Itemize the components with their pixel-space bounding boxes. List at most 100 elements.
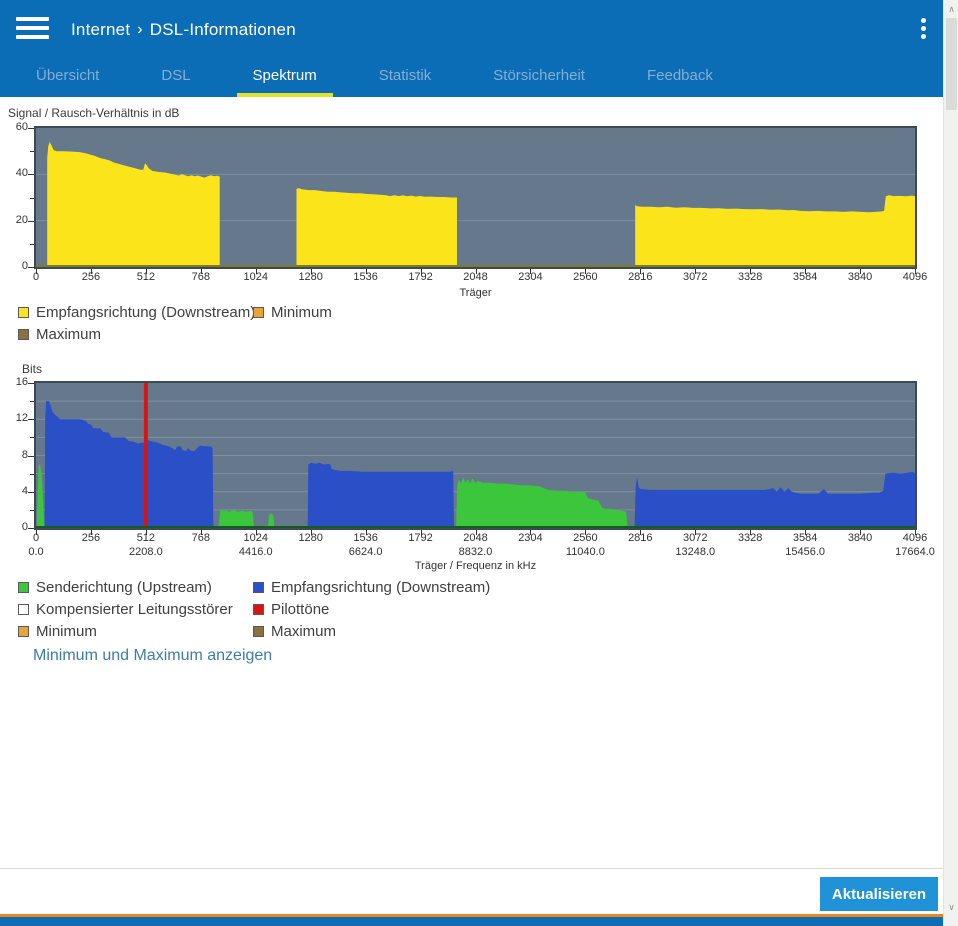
x-tick-mark xyxy=(310,530,312,535)
y-tick-label: 8 xyxy=(21,448,28,461)
snr-chart-xaxis-label: Träger xyxy=(459,287,492,299)
x-tick-mark xyxy=(695,269,697,274)
tab-dsl[interactable]: DSL xyxy=(145,58,206,97)
scrollbar-down-icon[interactable]: ∨ xyxy=(944,900,958,914)
legend-label: Empfangsrichtung (Downstream) xyxy=(36,303,256,321)
x-tick-mark xyxy=(585,269,587,274)
menu-icon-bar xyxy=(16,35,49,39)
y-minor-tick-mark xyxy=(30,401,34,403)
legend-item: Kompensierter Leitungsstörer xyxy=(18,600,253,618)
x-frequency-label: 15456.0 xyxy=(785,546,825,558)
breadcrumb-separator-icon: › xyxy=(137,21,143,38)
content-area: Internet › DSL-Informationen Übersicht DSL S… xyxy=(0,0,943,926)
legend-swatch-icon xyxy=(253,306,264,318)
y-tick-mark xyxy=(28,174,34,176)
legend-label: Pilottöne xyxy=(271,600,330,618)
menu-icon[interactable] xyxy=(16,17,49,41)
legend-label: Minimum xyxy=(36,622,97,640)
series-area xyxy=(456,477,628,528)
x-tick-mark xyxy=(90,530,92,535)
scrollbar-thumb[interactable] xyxy=(946,18,957,110)
x-tick-mark xyxy=(420,530,422,535)
bits-chart-title: Bits xyxy=(22,362,43,376)
legend-label: Minimum xyxy=(271,303,332,321)
kebab-menu-icon[interactable] xyxy=(917,18,929,42)
bits-chart-xaxis-label: Träger / Frequenz in kHz xyxy=(414,560,537,572)
y-minor-tick-mark xyxy=(30,151,34,153)
x-frequency-label: 8832.0 xyxy=(458,546,493,558)
y-tick-mark xyxy=(28,491,34,493)
x-tick-mark xyxy=(750,530,752,535)
legend-swatch-icon xyxy=(253,625,264,637)
legend-item: Pilottöne xyxy=(253,600,490,618)
x-frequency-label: 11040.0 xyxy=(565,546,605,558)
x-tick-mark xyxy=(585,530,587,535)
x-tick-mark xyxy=(530,269,532,274)
x-frequency-label: 13248.0 xyxy=(675,546,716,558)
legend-item: Empfangsrichtung (Downstream) xyxy=(18,303,256,321)
chart-canvas xyxy=(36,141,915,267)
x-tick-mark xyxy=(310,269,312,274)
y-tick-label: 12 xyxy=(15,412,28,425)
bottom-divider xyxy=(0,868,943,869)
x-frequency-label: 2208.0 xyxy=(129,546,163,558)
y-minor-tick-mark xyxy=(30,509,34,511)
show-min-max-link[interactable]: Minimum und Maximum anzeigen xyxy=(33,647,272,665)
y-tick-label: 16 xyxy=(15,376,28,388)
x-tick-mark xyxy=(475,269,477,274)
series-area xyxy=(307,462,454,528)
y-minor-tick-mark xyxy=(30,243,34,245)
x-tick-mark xyxy=(365,530,367,535)
x-tick-mark xyxy=(695,530,697,535)
breadcrumb-section[interactable]: Internet xyxy=(71,20,130,39)
x-tick-mark xyxy=(420,269,422,274)
y-tick-mark xyxy=(28,455,34,457)
app-header: Internet › DSL-Informationen Übersicht DSL S… xyxy=(0,0,943,97)
breadcrumb: Internet › DSL-Informationen xyxy=(71,20,296,40)
y-tick-mark xyxy=(28,267,34,268)
menu-icon-bar xyxy=(16,26,49,30)
x-tick-mark xyxy=(530,530,532,535)
legend-swatch-icon xyxy=(253,603,264,615)
legend-label: Maximum xyxy=(271,622,337,640)
series-area xyxy=(268,513,275,528)
bits-chart-plot xyxy=(34,381,917,530)
legend-item: Minimum xyxy=(18,622,253,640)
x-tick-mark xyxy=(36,530,37,535)
legend-swatch-icon xyxy=(18,581,29,593)
tab-spektrum[interactable]: Spektrum xyxy=(236,58,333,97)
y-minor-tick-mark xyxy=(30,197,34,199)
legend-item: Minimum xyxy=(253,303,332,321)
x-frequency-label: 0.0 xyxy=(28,546,44,558)
legend-label: Senderichtung (Upstream) xyxy=(36,578,212,596)
snr-chart-legend: Empfangsrichtung (Downstream) Minimum Maxi… xyxy=(18,303,332,343)
bits-chart-legend: Senderichtung (Upstream) Empfangsrichtung… xyxy=(18,578,491,640)
series-area xyxy=(634,471,915,528)
x-tick-mark xyxy=(255,530,257,535)
legend-item: Maximum xyxy=(18,325,253,343)
tab-statistik[interactable]: Statistik xyxy=(363,58,448,97)
x-tick-mark xyxy=(750,269,752,274)
legend-label: Kompensierter Leitungsstörer xyxy=(36,600,233,618)
y-tick-mark xyxy=(28,528,34,529)
refresh-button[interactable]: Aktualisieren xyxy=(820,877,938,911)
x-tick-mark xyxy=(805,530,807,535)
snr-chart-plot xyxy=(34,126,917,269)
x-tick-mark xyxy=(640,530,642,535)
x-tick-mark xyxy=(860,530,862,535)
series-area xyxy=(44,401,214,528)
tab-übersicht[interactable]: Übersicht xyxy=(20,58,115,97)
legend-swatch-icon xyxy=(18,603,29,615)
tab-feedback[interactable]: Feedback xyxy=(631,58,729,97)
legend-item: Empfangsrichtung (Downstream) xyxy=(253,578,491,596)
y-tick-mark xyxy=(28,128,34,129)
series-area xyxy=(296,188,457,267)
series-area xyxy=(47,141,220,267)
scrollbar-up-icon[interactable]: ∧ xyxy=(944,2,958,16)
menu-icon-bar xyxy=(16,17,49,21)
legend-label: Maximum xyxy=(36,325,102,343)
scrollbar[interactable]: ∧ ∨ xyxy=(943,0,958,926)
tab-störsicherheit[interactable]: Störsicherheit xyxy=(477,58,601,97)
legend-label: Empfangsrichtung (Downstream) xyxy=(271,578,491,596)
y-tick-mark xyxy=(28,383,34,384)
